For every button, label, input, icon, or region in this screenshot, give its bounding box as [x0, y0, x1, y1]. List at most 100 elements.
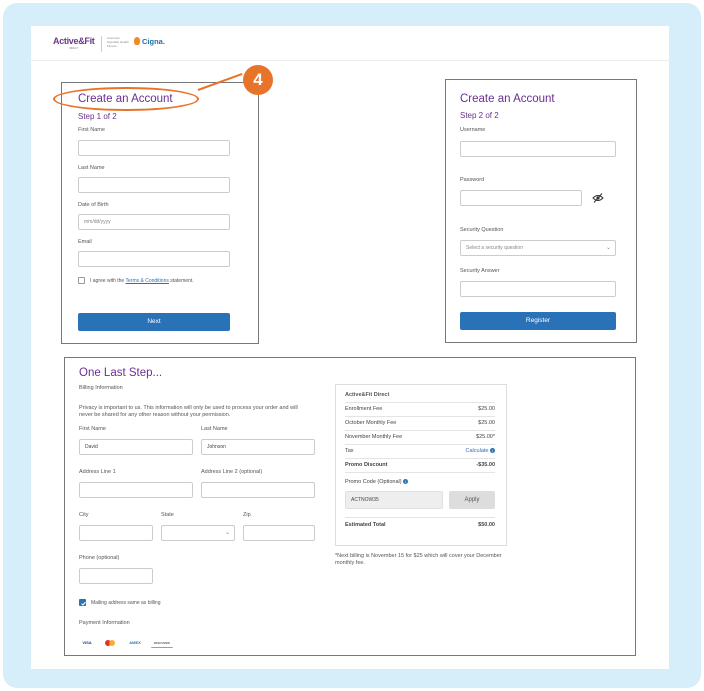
cigna-tree-icon	[134, 37, 140, 45]
phone-label: Phone (optional)	[79, 555, 120, 561]
check-icon	[80, 601, 86, 606]
security-answer-label: Security Answer	[460, 268, 500, 274]
password-input[interactable]	[460, 190, 582, 206]
first-name-label: First Name	[78, 127, 105, 133]
summary-divider	[345, 472, 495, 473]
one-last-step-panel: One Last Step... Billing Information Pri…	[64, 357, 636, 656]
amex-card-icon: AMEX	[129, 640, 141, 645]
callout-highlight-ellipse	[53, 87, 199, 111]
mailing-same-checkbox[interactable]	[79, 599, 86, 606]
address2-input[interactable]	[201, 482, 315, 498]
terms-prefix: I agree with the	[90, 278, 125, 284]
callout-number-badge: 4	[243, 65, 273, 95]
promo-discount-label: Promo Discount	[345, 462, 388, 468]
discover-card-icon: DISCOVER	[151, 639, 173, 648]
promo-code-label-row: Promo Code (Optional) i	[345, 479, 495, 485]
dob-placeholder: mm/dd/yyyy	[84, 219, 111, 225]
password-label: Password	[460, 177, 485, 183]
summary-divider	[345, 444, 495, 445]
city-label: City	[79, 512, 89, 518]
mastercard-yellow-circle	[109, 640, 115, 646]
site-header: Active&Fit DIRECT American Specialty Heal…	[31, 26, 669, 61]
next-button[interactable]: Next	[78, 313, 230, 331]
eye-slash-icon[interactable]	[592, 193, 604, 203]
zip-label: Zip	[243, 512, 251, 518]
privacy-text: Privacy is important to us. This informa…	[79, 405, 298, 418]
billing-first-name-label: First Name	[79, 426, 106, 432]
username-input[interactable]	[460, 141, 616, 157]
billing-last-name-label: Last Name	[201, 426, 228, 432]
summary-row-label: Enrollment Fee	[345, 406, 383, 412]
summary-divider	[345, 402, 495, 403]
billing-heading: Billing Information	[79, 385, 123, 391]
dob-label: Date of Birth	[78, 202, 109, 208]
visa-card-icon: VISA	[82, 640, 92, 645]
security-question-select[interactable]: Select a security question ⌄	[460, 240, 616, 256]
partner-logo-text: American Specialty Health Fitness	[107, 36, 129, 48]
calculate-tax-link[interactable]: Calculate i	[466, 448, 495, 454]
active-fit-logo[interactable]: Active&Fit DIRECT	[53, 36, 95, 50]
summary-row-value: $25.00	[478, 406, 495, 412]
info-icon: i	[403, 479, 409, 484]
summary-row: November Monthly Fee $25.00*	[345, 434, 495, 440]
first-name-input[interactable]	[78, 140, 230, 156]
tax-row: Tax Calculate i	[345, 448, 495, 454]
state-label: State	[161, 512, 174, 518]
estimated-total-value: $50.00	[478, 522, 495, 528]
page-canvas: Active&Fit DIRECT American Specialty Heal…	[31, 26, 669, 669]
phone-input[interactable]	[79, 568, 153, 584]
info-icon: i	[490, 448, 495, 453]
apply-button[interactable]: Apply	[449, 491, 495, 509]
dob-input[interactable]: mm/dd/yyyy	[78, 214, 230, 230]
promo-discount-row: Promo Discount -$35.00	[345, 462, 495, 468]
promo-code-label: Promo Code (Optional)	[345, 479, 402, 485]
zip-input[interactable]	[243, 525, 315, 541]
register-button[interactable]: Register	[460, 312, 616, 330]
summary-divider	[345, 430, 495, 431]
summary-row-value: $25.00*	[476, 434, 495, 440]
address1-label: Address Line 1	[79, 469, 116, 475]
address1-input[interactable]	[79, 482, 193, 498]
billing-first-name-value: David	[85, 444, 98, 450]
billing-last-name-input[interactable]: Johnson	[201, 439, 315, 455]
create-account-step2-panel: Create an Account Step 2 of 2 Username P…	[445, 79, 637, 343]
city-input[interactable]	[79, 525, 153, 541]
last-name-label: Last Name	[78, 165, 105, 171]
chevron-down-icon: ⌄	[224, 530, 230, 536]
mastercard-icon	[103, 639, 119, 647]
brand-sub: DIRECT	[69, 46, 79, 50]
security-answer-input[interactable]	[460, 281, 616, 297]
mailing-same-label: Mailing address same as billing	[91, 600, 161, 606]
billing-footnote: *Next billing is November 15 for $25 whi…	[335, 553, 502, 566]
username-label: Username	[460, 127, 486, 133]
payment-heading: Payment Information	[79, 620, 130, 626]
chevron-down-icon: ⌄	[605, 245, 611, 251]
terms-link[interactable]: Terms & Conditions	[126, 278, 169, 284]
header-divider	[101, 36, 102, 52]
terms-checkbox[interactable]	[78, 277, 85, 284]
step2-title: Create an Account	[460, 93, 555, 105]
summary-row-value: $25.00	[478, 420, 495, 426]
security-question-placeholder: Select a security question	[466, 245, 523, 251]
summary-row-label: October Monthly Fee	[345, 420, 397, 426]
promo-discount-value: -$35.00	[476, 462, 495, 468]
last-name-input[interactable]	[78, 177, 230, 193]
terms-suffix: statement.	[170, 278, 194, 284]
promo-code-value: ACTNOW35	[351, 497, 379, 503]
summary-heading: Active&Fit Direct	[345, 392, 390, 398]
billing-first-name-input[interactable]: David	[79, 439, 193, 455]
order-summary: Active&Fit Direct Enrollment Fee $25.00 O…	[335, 384, 507, 546]
email-input[interactable]	[78, 251, 230, 267]
cigna-logo: Cigna.	[134, 37, 165, 46]
cigna-text: Cigna.	[142, 37, 165, 46]
create-account-step1-panel: Create an Account Step 1 of 2 First Name…	[61, 82, 259, 344]
promo-code-input[interactable]: ACTNOW35	[345, 491, 443, 509]
summary-row: Enrollment Fee $25.00	[345, 406, 495, 412]
estimated-total-label: Estimated Total	[345, 522, 386, 528]
terms-text: I agree with the Terms & Conditions stat…	[90, 278, 194, 284]
calculate-link-text: Calculate	[465, 448, 489, 454]
summary-divider	[345, 458, 495, 459]
state-select[interactable]: ⌄	[161, 525, 235, 541]
step2-indicator: Step 2 of 2	[460, 111, 499, 120]
last-step-title: One Last Step...	[79, 367, 163, 379]
